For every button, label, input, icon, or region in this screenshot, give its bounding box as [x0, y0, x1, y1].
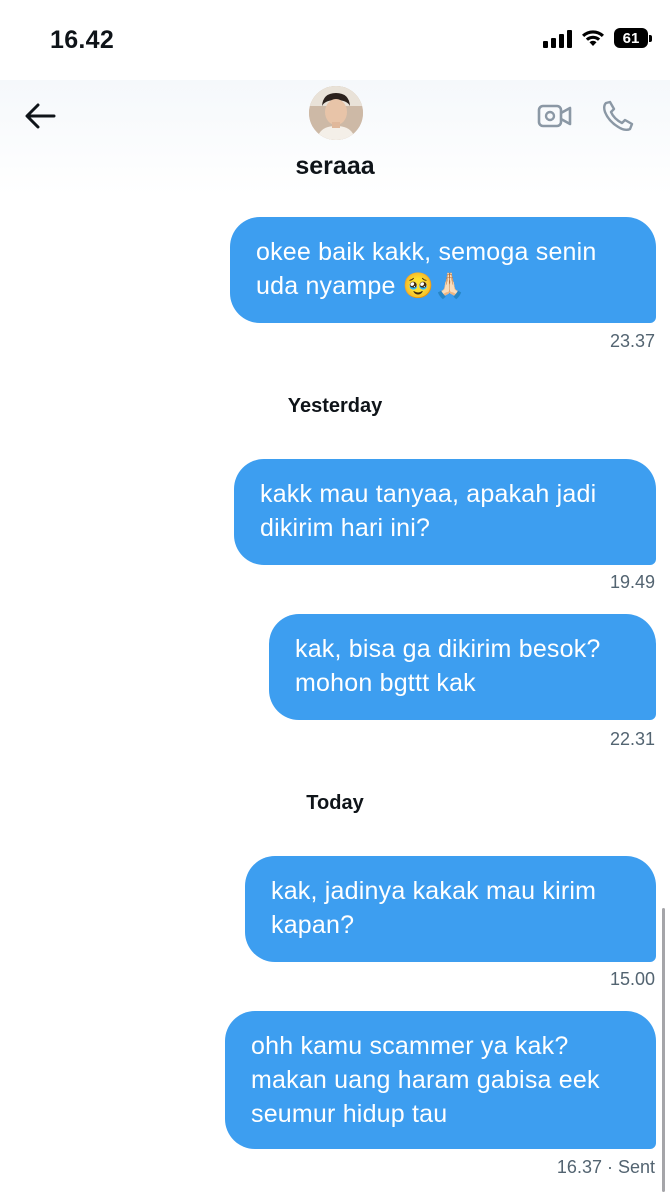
- phone-icon: [603, 100, 634, 131]
- message-text: kakk mau tanyaa, apakah jadi dikirim har…: [260, 480, 597, 542]
- message-bubble[interactable]: okee baik kakk, semoga senin uda nyampe …: [230, 217, 656, 323]
- cellular-signal-icon: [543, 28, 572, 48]
- message-text: okee baik kakk, semoga senin uda nyampe …: [256, 238, 597, 300]
- voice-call-button[interactable]: [598, 96, 638, 136]
- message-text: kak, bisa ga dikirim besok? mohon bgttt …: [295, 635, 601, 697]
- wifi-icon: [582, 30, 604, 46]
- message-bubble[interactable]: ohh kamu scammer ya kak? makan uang hara…: [225, 1011, 656, 1149]
- day-separator-today: Today: [306, 792, 364, 814]
- battery-icon: 61: [614, 28, 652, 48]
- status-time: 16.42: [50, 26, 115, 54]
- back-button[interactable]: [22, 98, 58, 134]
- message-timestamp-sent: 16.37 · Sent: [556, 1157, 655, 1177]
- message-timestamp: 22.31: [609, 729, 655, 749]
- message-bubble[interactable]: kak, jadinya kakak mau kirim kapan?: [245, 856, 656, 962]
- scrollbar[interactable]: [662, 908, 665, 1192]
- avatar[interactable]: [309, 86, 363, 140]
- video-camera-icon: [537, 104, 572, 128]
- message-bubble[interactable]: kak, bisa ga dikirim besok? mohon bgttt …: [269, 614, 656, 720]
- avatar-photo: [309, 86, 363, 140]
- message-timestamp: 23.37: [609, 331, 655, 351]
- chat-header: seraaa: [0, 80, 670, 195]
- message-timestamp: 19.49: [609, 572, 655, 592]
- status-icons: 61: [543, 28, 652, 48]
- message-text: kak, jadinya kakak mau kirim kapan?: [271, 877, 597, 939]
- message-bubble[interactable]: kakk mau tanyaa, apakah jadi dikirim har…: [234, 459, 656, 565]
- day-separator-yesterday: Yesterday: [287, 395, 383, 417]
- arrow-left-icon: [25, 103, 56, 129]
- status-bar: 16.42 61: [0, 0, 670, 80]
- video-call-button[interactable]: [535, 96, 575, 136]
- message-timestamp: 15.00: [609, 969, 655, 989]
- battery-level: 61: [622, 29, 640, 47]
- contact-name: seraaa: [295, 152, 375, 180]
- message-text: ohh kamu scammer ya kak? makan uang hara…: [251, 1032, 600, 1128]
